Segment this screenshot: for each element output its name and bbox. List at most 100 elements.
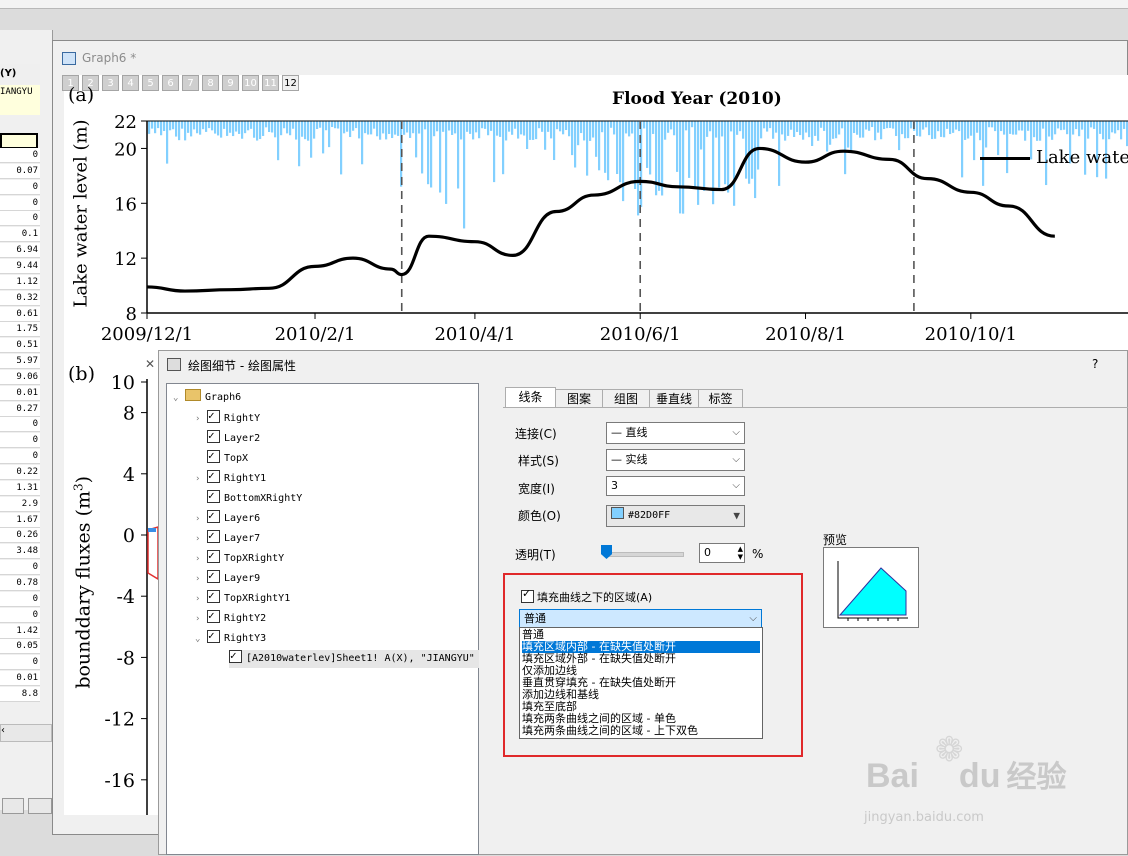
worksheet-cell[interactable]: 0	[0, 449, 40, 465]
collapse-arrow-icon[interactable]: ⌄	[173, 389, 185, 407]
worksheet-minimize-button-2[interactable]	[28, 798, 52, 814]
color-combo[interactable]: #82D0FF ▼	[606, 505, 745, 527]
worksheet-cell[interactable]: 3.48	[0, 544, 40, 560]
worksheet-cell[interactable]: 0.51	[0, 338, 40, 354]
flux-bar	[382, 121, 385, 134]
tab-4[interactable]: 标签	[698, 389, 743, 407]
transparency-slider-track[interactable]	[604, 552, 684, 557]
fill-checkbox[interactable]: ✓	[521, 587, 534, 603]
flux-bar	[964, 121, 967, 140]
leaf-checkbox[interactable]	[229, 650, 242, 665]
tree-item-layer7[interactable]: › Layer7	[195, 527, 260, 548]
flux-bar	[1078, 121, 1081, 137]
background-window-strip	[0, 0, 1128, 9]
worksheet-cell[interactable]: 0	[0, 655, 40, 671]
tree-item-righty3[interactable]: ⌄ RightY3	[195, 627, 266, 648]
worksheet-cell[interactable]: 8.8	[0, 686, 40, 702]
layer-checkbox[interactable]	[207, 567, 220, 585]
worksheet-cell[interactable]: 1.31	[0, 480, 40, 496]
width-combo[interactable]: 3 ⌵	[606, 476, 745, 496]
worksheet-cell[interactable]: 1.67	[0, 512, 40, 528]
expand-arrow-icon[interactable]: ›	[195, 410, 207, 428]
tree-item-layer6[interactable]: › Layer6	[195, 507, 260, 528]
worksheet-cell[interactable]: 1.12	[0, 274, 40, 290]
tree-item-topxrighty1[interactable]: › TopXRightY1	[195, 587, 290, 608]
worksheet-cell[interactable]: 0.05	[0, 639, 40, 655]
collapse-arrow-icon[interactable]: ⌄	[195, 630, 207, 648]
worksheet-cell[interactable]: 0	[0, 211, 40, 227]
layer-checkbox[interactable]	[207, 507, 220, 525]
worksheet-cell[interactable]: 2.9	[0, 496, 40, 512]
tree-item-layer2[interactable]: Layer2	[195, 427, 260, 448]
expand-arrow-icon[interactable]: ›	[195, 610, 207, 628]
tree-item-topx[interactable]: TopX	[195, 447, 248, 468]
expand-arrow-icon[interactable]: ›	[195, 530, 207, 548]
worksheet-cell[interactable]: 0	[0, 195, 40, 211]
worksheet-cell[interactable]: 0	[0, 179, 40, 195]
layer-checkbox[interactable]	[207, 587, 220, 605]
worksheet-cell[interactable]: 0.78	[0, 575, 40, 591]
spinner-icon[interactable]: ▲ ▼	[738, 545, 743, 561]
fill-checkbox-row[interactable]: ✓ 填充曲线之下的区域(A)	[521, 587, 652, 605]
dialog-help-button[interactable]: ?	[1092, 357, 1098, 371]
worksheet-cell[interactable]: 0.61	[0, 306, 40, 322]
worksheet-cell[interactable]: 0	[0, 560, 40, 576]
layer-checkbox[interactable]	[207, 607, 220, 625]
worksheet-cell[interactable]: 9.06	[0, 369, 40, 385]
connect-combo[interactable]: — 直线 ⌵	[606, 422, 745, 444]
tree-item-bottomxrighty[interactable]: BottomXRightY	[195, 487, 302, 508]
tab-1[interactable]: 图案	[555, 389, 603, 407]
worksheet-cell[interactable]: 0.26	[0, 528, 40, 544]
worksheet-cell[interactable]: 0.01	[0, 671, 40, 687]
worksheet-cell[interactable]: 1.75	[0, 322, 40, 338]
worksheet-cell[interactable]: 0.1	[0, 227, 40, 243]
tab-2[interactable]: 组图	[602, 389, 650, 407]
worksheet-cell-empty[interactable]	[0, 100, 40, 115]
worksheet-restore-button[interactable]	[2, 798, 24, 814]
expand-arrow-icon[interactable]: ›	[195, 570, 207, 588]
layer-checkbox[interactable]	[207, 527, 220, 545]
worksheet-cell[interactable]: 0	[0, 607, 40, 623]
layer-checkbox[interactable]	[207, 487, 220, 505]
tree-leaf[interactable]: [A2010waterlev]Sheet1! A(X), "JIANGYU"	[229, 650, 479, 668]
layer-checkbox[interactable]	[207, 467, 220, 485]
worksheet-cell[interactable]: 0.07	[0, 163, 40, 179]
fill-mode-combo[interactable]: 普通 ⌵	[519, 609, 762, 628]
transparency-input[interactable]: 0 ▲ ▼	[699, 543, 745, 563]
close-glyph[interactable]: ✕	[145, 357, 155, 371]
layer-checkbox[interactable]	[207, 627, 220, 645]
worksheet-cell-selected[interactable]	[0, 133, 38, 149]
worksheet-cell[interactable]: 0.27	[0, 401, 40, 417]
fill-mode-option[interactable]: 填充两条曲线之间的区域 - 上下双色	[522, 725, 760, 737]
expand-arrow-icon[interactable]: ›	[195, 470, 207, 488]
worksheet-cell[interactable]: 6.94	[0, 243, 40, 259]
worksheet-cell[interactable]: 0.01	[0, 385, 40, 401]
tab-3[interactable]: 垂直线	[649, 389, 699, 407]
tree-item-topxrighty[interactable]: › TopXRightY	[195, 547, 284, 568]
worksheet-cell[interactable]: 9.44	[0, 258, 40, 274]
worksheet-cell-longname[interactable]: IANGYU	[0, 85, 40, 100]
tree-item-layer9[interactable]: › Layer9	[195, 567, 260, 588]
expand-arrow-icon[interactable]: ›	[195, 550, 207, 568]
worksheet-cell[interactable]: 0	[0, 591, 40, 607]
worksheet-scroll-left-button[interactable]: ‹	[0, 724, 52, 742]
layer-checkbox[interactable]	[207, 447, 220, 465]
layer-checkbox[interactable]	[207, 407, 220, 425]
worksheet-cell[interactable]: 5.97	[0, 354, 40, 370]
tree-item-righty1[interactable]: › RightY1	[195, 467, 266, 488]
layer-checkbox[interactable]	[207, 427, 220, 445]
worksheet-cell[interactable]: 0	[0, 433, 40, 449]
worksheet-cell[interactable]: 0	[0, 148, 40, 163]
worksheet-cell[interactable]: 1.42	[0, 623, 40, 639]
expand-arrow-icon[interactable]: ›	[195, 590, 207, 608]
worksheet-cell[interactable]: 0.22	[0, 465, 40, 480]
layer-checkbox[interactable]	[207, 547, 220, 565]
tree-item-righty[interactable]: › RightY	[195, 407, 260, 428]
expand-arrow-icon[interactable]: ›	[195, 510, 207, 528]
tab-0[interactable]: 线条	[505, 387, 556, 407]
style-combo[interactable]: — 实线 ⌵	[606, 449, 745, 471]
worksheet-cell[interactable]: 0.32	[0, 290, 40, 306]
tree-root[interactable]: ⌄ Graph6	[173, 389, 241, 407]
worksheet-cell[interactable]: 0	[0, 417, 40, 433]
tree-item-righty2[interactable]: › RightY2	[195, 607, 266, 628]
